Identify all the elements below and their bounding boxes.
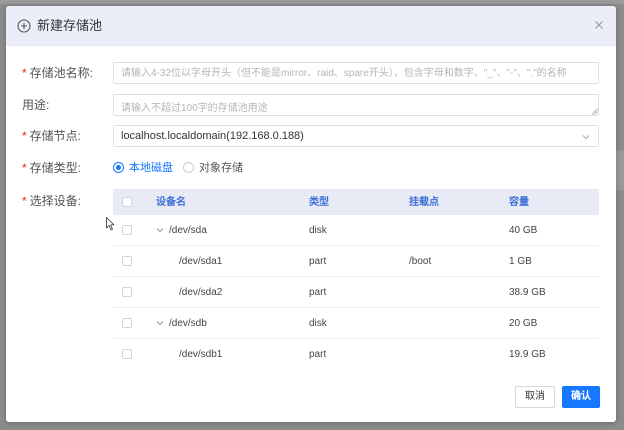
column-mount-point: 挂载点 — [409, 197, 439, 208]
table-row[interactable]: /dev/sdb disk 20 GB — [113, 308, 599, 339]
table-row[interactable]: /dev/sda2 part 38.9 GB — [113, 277, 599, 308]
cancel-button[interactable]: 取消 — [515, 386, 555, 408]
device-type: disk — [309, 318, 327, 329]
mouse-cursor-icon — [106, 217, 115, 231]
device-table: 设备名 类型 挂载点 容量 /dev/sda disk 40 GB /dev/s… — [113, 189, 599, 367]
pool-name-input[interactable] — [113, 62, 599, 84]
storage-node-select[interactable]: localhost.localdomain(192.168.0.188) — [113, 125, 599, 147]
new-storage-pool-dialog: 新建存储池 *存储池名称: 用途: *存储节点: localhost.local… — [6, 6, 616, 422]
radio-object-storage-label: 对象存储 — [199, 162, 243, 174]
device-name: /dev/sda2 — [179, 287, 223, 298]
device-name: /dev/sda1 — [179, 256, 223, 267]
backdrop-page-fragment — [616, 150, 624, 190]
row-checkbox[interactable] — [122, 318, 132, 328]
table-header: 设备名 类型 挂载点 容量 — [113, 189, 599, 215]
radio-local-disk[interactable]: 本地磁盘 — [113, 160, 173, 176]
required-mark: * — [22, 161, 27, 175]
device-type: part — [309, 256, 327, 267]
pool-name-label: * 存储池名称: — [22, 66, 94, 80]
device-size: 1 GB — [509, 256, 532, 267]
chevron-down-icon[interactable] — [156, 226, 164, 234]
table-row[interactable]: /dev/sdb1 part 19.9 GB — [113, 339, 599, 367]
device-size: 19.9 GB — [509, 349, 546, 360]
device-name: /dev/sda — [169, 225, 207, 236]
device-size: 40 GB — [509, 225, 538, 236]
device-type: part — [309, 287, 327, 298]
device-size: 20 GB — [509, 318, 538, 329]
close-icon[interactable] — [592, 18, 606, 32]
purpose-textarea[interactable] — [113, 94, 599, 116]
dialog-title: 新建存储池 — [37, 18, 103, 33]
table-row[interactable]: /dev/sda disk 40 GB — [113, 215, 599, 246]
chevron-down-icon[interactable] — [156, 319, 164, 327]
column-capacity: 容量 — [509, 197, 529, 208]
backdrop — [0, 0, 624, 4]
radio-object-storage[interactable]: 对象存储 — [183, 160, 243, 176]
required-mark: * — [22, 129, 27, 143]
device-type: disk — [309, 225, 327, 236]
select-devices-label: * 选择设备: — [22, 194, 82, 208]
storage-node-value: localhost.localdomain(192.168.0.188) — [121, 130, 304, 142]
column-type: 类型 — [309, 197, 329, 208]
required-mark: * — [22, 194, 27, 208]
storage-type-label: * 存储类型: — [22, 161, 82, 175]
dialog-header: 新建存储池 — [6, 6, 616, 46]
device-mount: /boot — [409, 256, 432, 267]
select-all-checkbox[interactable] — [122, 197, 132, 207]
device-size: 38.9 GB — [509, 287, 546, 298]
table-row[interactable]: /dev/sda1 part /boot 1 GB — [113, 246, 599, 277]
row-checkbox[interactable] — [122, 225, 132, 235]
purpose-label: 用途: — [22, 98, 50, 112]
radio-unchecked-icon — [183, 162, 194, 173]
row-checkbox[interactable] — [122, 349, 132, 359]
device-name: /dev/sdb — [169, 318, 207, 329]
radio-checked-icon — [113, 162, 124, 173]
device-name: /dev/sdb1 — [179, 349, 223, 360]
row-checkbox[interactable] — [122, 256, 132, 266]
confirm-button[interactable]: 确认 — [562, 386, 600, 408]
radio-local-disk-label: 本地磁盘 — [129, 162, 173, 174]
plus-circle-icon — [17, 19, 31, 33]
storage-node-label: * 存储节点: — [22, 129, 82, 143]
row-checkbox[interactable] — [122, 287, 132, 297]
column-device-name: 设备名 — [156, 197, 186, 208]
device-type: part — [309, 349, 327, 360]
chevron-down-icon — [582, 135, 590, 140]
required-mark: * — [22, 66, 27, 80]
